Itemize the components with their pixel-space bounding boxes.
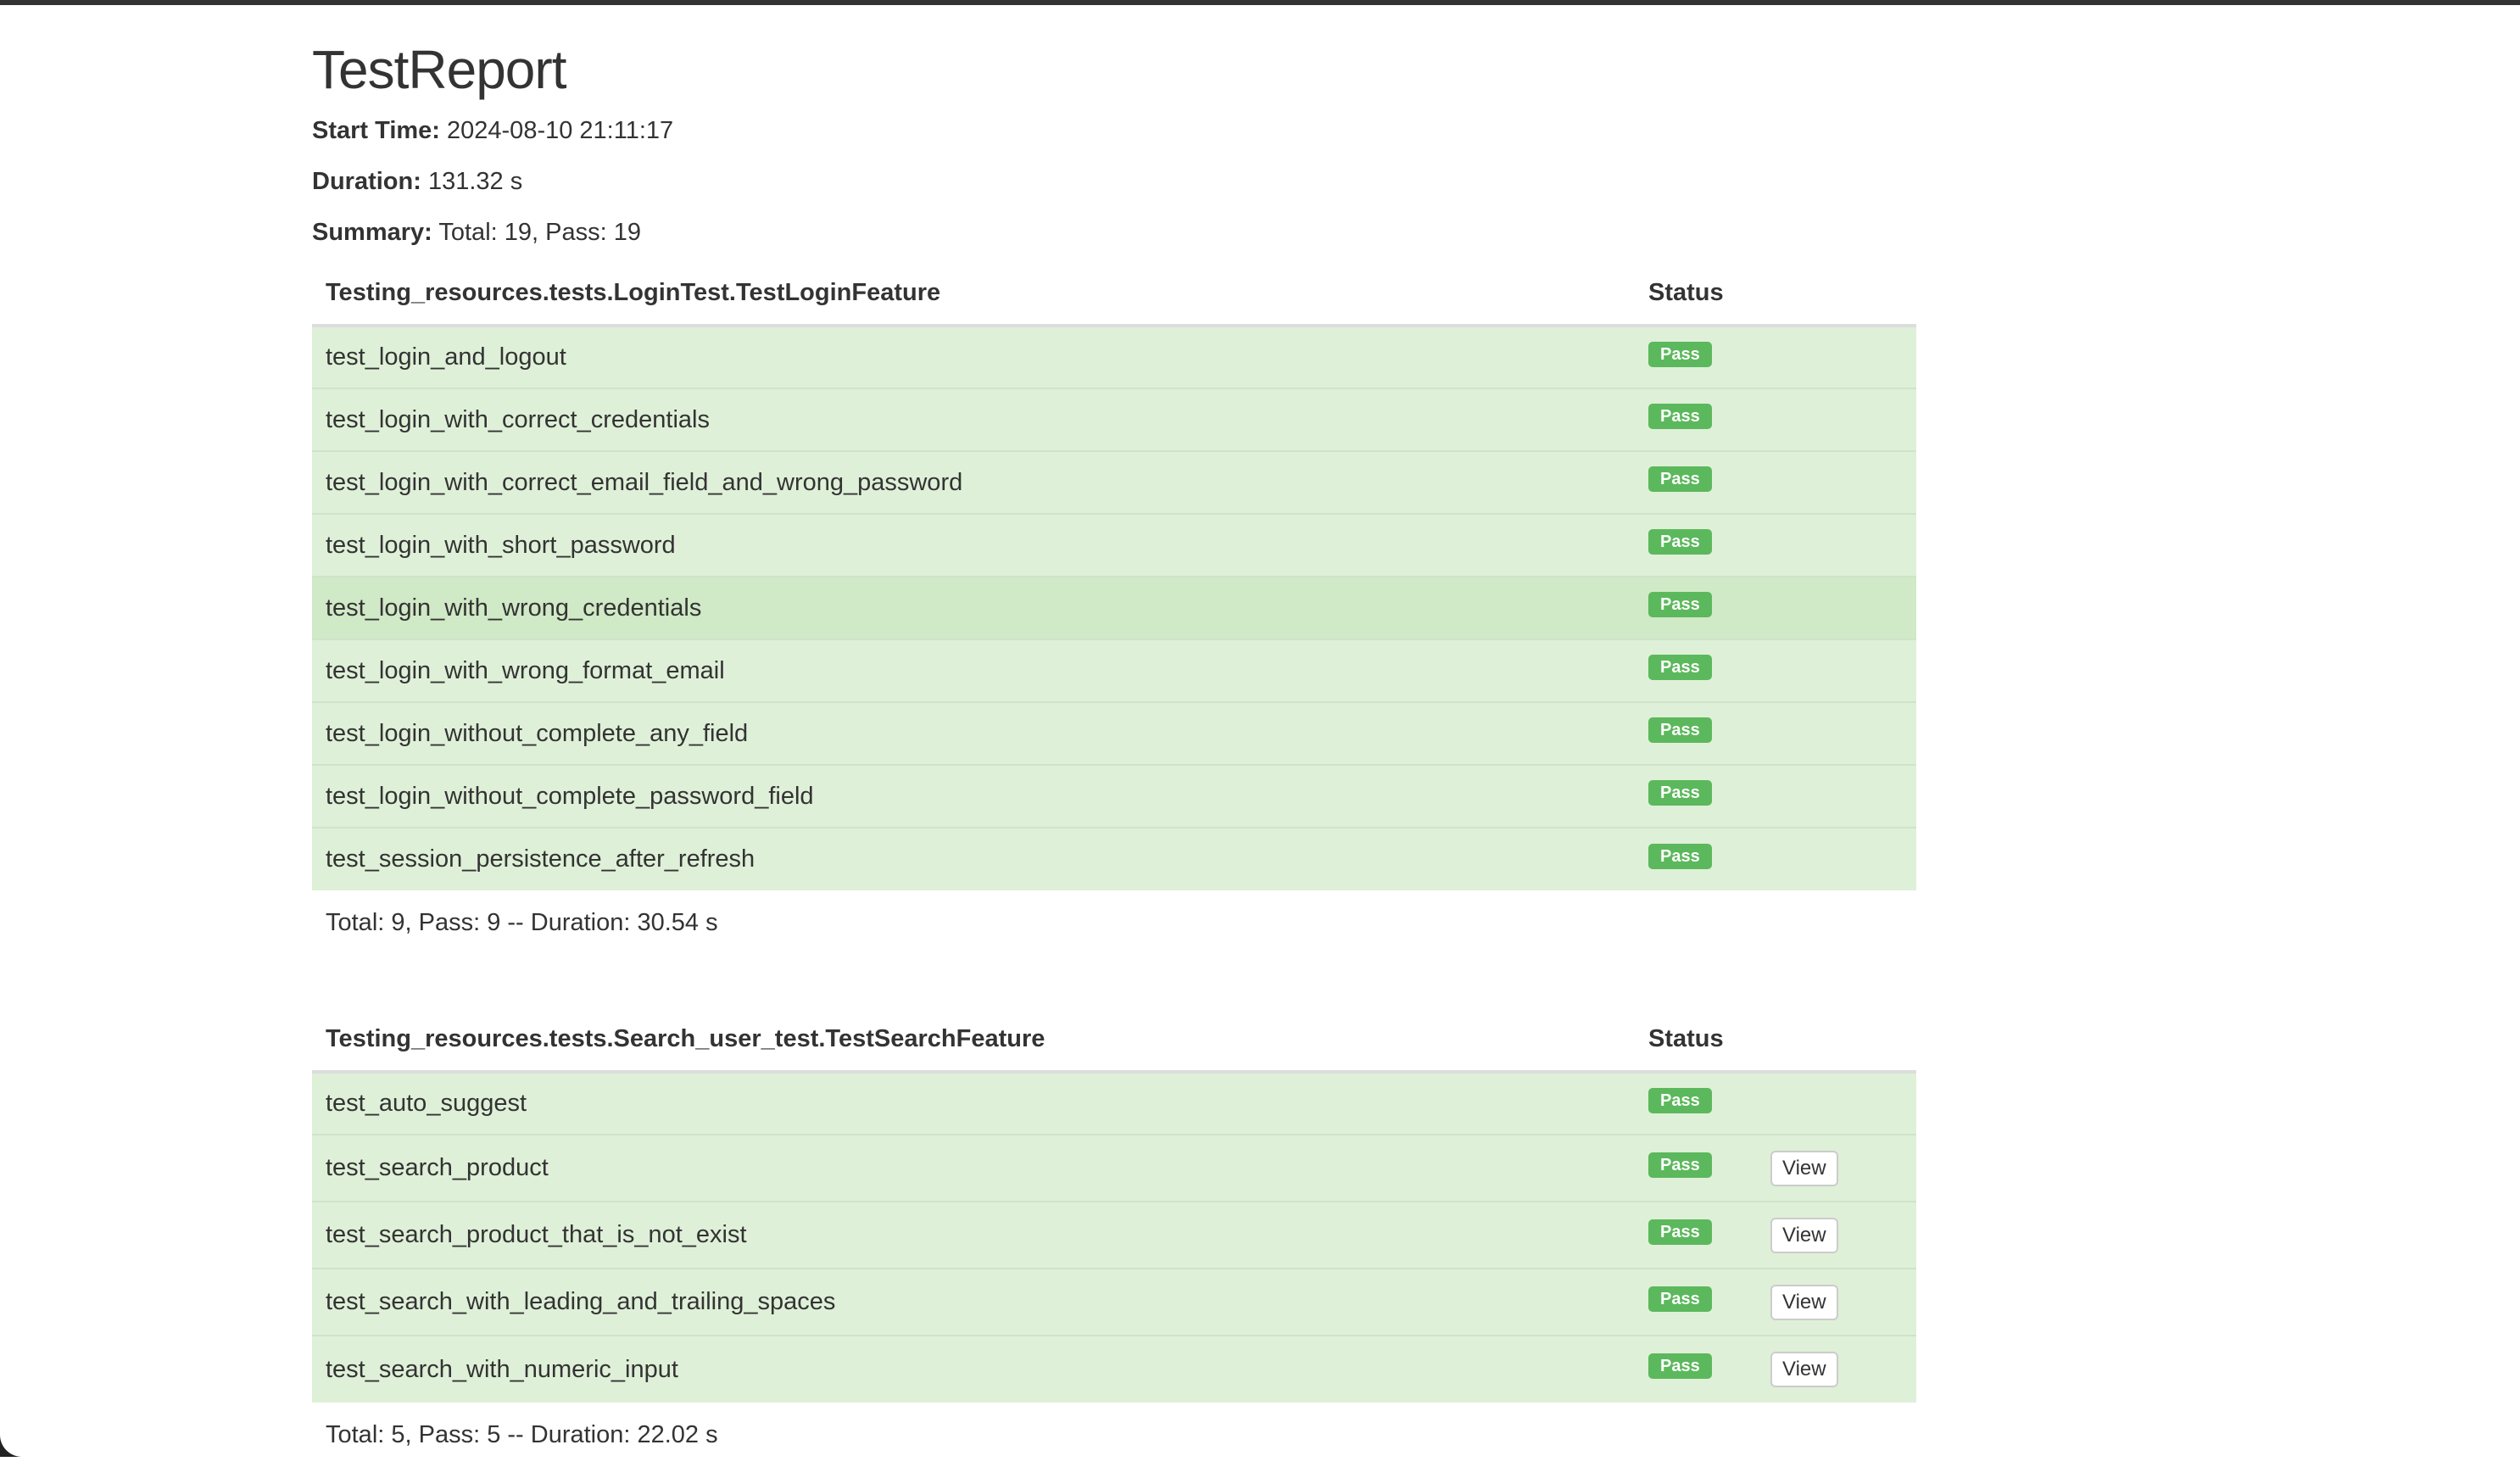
- report-title: TestReport: [312, 39, 1916, 100]
- view-cell: [1770, 639, 1916, 702]
- pass-badge: Pass: [1648, 1152, 1712, 1178]
- view-cell: [1770, 451, 1916, 514]
- test-name: test_login_without_complete_password_fie…: [312, 765, 1635, 828]
- pass-badge: Pass: [1648, 717, 1712, 743]
- table-row[interactable]: test_search_with_numeric_input Pass View: [312, 1336, 1916, 1403]
- status-cell: Pass: [1635, 1336, 1770, 1403]
- view-cell: [1770, 828, 1916, 890]
- pass-badge: Pass: [1648, 466, 1712, 492]
- view-cell: View: [1770, 1336, 1916, 1403]
- view-cell: View: [1770, 1202, 1916, 1269]
- status-cell: Pass: [1635, 1135, 1770, 1202]
- status-cell: Pass: [1635, 1072, 1770, 1135]
- pass-badge: Pass: [1648, 1286, 1712, 1312]
- duration-label: Duration:: [312, 168, 421, 195]
- table-row[interactable]: test_login_with_wrong_format_email Pass: [312, 639, 1916, 702]
- window-corner: [0, 1435, 22, 1457]
- view-button[interactable]: View: [1770, 1285, 1838, 1320]
- test-name: test_login_with_wrong_credentials: [312, 577, 1635, 639]
- suite-name: Testing_resources.tests.LoginTest.TestLo…: [312, 261, 1635, 326]
- suite-table-search: Testing_resources.tests.Search_user_test…: [312, 1007, 1916, 1403]
- status-cell: Pass: [1635, 388, 1770, 451]
- table-row[interactable]: test_search_product_that_is_not_exist Pa…: [312, 1202, 1916, 1269]
- view-cell: [1770, 1072, 1916, 1135]
- table-row[interactable]: test_login_with_short_password Pass: [312, 514, 1916, 577]
- status-cell: Pass: [1635, 326, 1770, 388]
- test-name: test_search_product_that_is_not_exist: [312, 1202, 1635, 1269]
- test-name: test_login_with_wrong_format_email: [312, 639, 1635, 702]
- test-name: test_search_product: [312, 1135, 1635, 1202]
- view-cell: View: [1770, 1269, 1916, 1336]
- report-page: TestReport Start Time: 2024-08-10 21:11:…: [312, 5, 1916, 1467]
- status-cell: Pass: [1635, 828, 1770, 890]
- start-time-line: Start Time: 2024-08-10 21:11:17: [312, 115, 1916, 166]
- table-row[interactable]: test_search_with_leading_and_trailing_sp…: [312, 1269, 1916, 1336]
- test-name: test_search_with_leading_and_trailing_sp…: [312, 1269, 1635, 1336]
- table-row[interactable]: test_login_without_complete_any_field Pa…: [312, 702, 1916, 765]
- pass-badge: Pass: [1648, 592, 1712, 617]
- status-cell: Pass: [1635, 639, 1770, 702]
- table-row[interactable]: test_login_without_complete_password_fie…: [312, 765, 1916, 828]
- pass-badge: Pass: [1648, 529, 1712, 555]
- summary-value: Total: 19, Pass: 19: [438, 219, 641, 246]
- pass-badge: Pass: [1648, 1353, 1712, 1379]
- test-name: test_login_with_correct_email_field_and_…: [312, 451, 1635, 514]
- status-column-header: Status: [1635, 1007, 1770, 1072]
- suite-header-row: Testing_resources.tests.LoginTest.TestLo…: [312, 261, 1916, 326]
- suite-table-login: Testing_resources.tests.LoginTest.TestLo…: [312, 261, 1916, 890]
- pass-badge: Pass: [1648, 404, 1712, 429]
- table-row[interactable]: test_login_with_correct_credentials Pass: [312, 388, 1916, 451]
- pass-badge: Pass: [1648, 655, 1712, 680]
- view-cell: [1770, 388, 1916, 451]
- view-column-header: [1770, 261, 1916, 326]
- duration-value: 131.32 s: [428, 168, 522, 195]
- pass-badge: Pass: [1648, 1088, 1712, 1113]
- test-name: test_search_with_numeric_input: [312, 1336, 1635, 1403]
- table-row[interactable]: test_search_product Pass View: [312, 1135, 1916, 1202]
- test-name: test_login_and_logout: [312, 326, 1635, 388]
- view-cell: [1770, 765, 1916, 828]
- pass-badge: Pass: [1648, 780, 1712, 806]
- status-cell: Pass: [1635, 577, 1770, 639]
- view-column-header: [1770, 1007, 1916, 1072]
- pass-badge: Pass: [1648, 1219, 1712, 1245]
- view-cell: [1770, 702, 1916, 765]
- suite-total-search: Total: 5, Pass: 5 -- Duration: 22.02 s: [312, 1403, 1916, 1467]
- suite-spacer: [312, 955, 1916, 1007]
- start-time-label: Start Time:: [312, 117, 440, 144]
- duration-line: Duration: 131.32 s: [312, 166, 1916, 217]
- test-name: test_auto_suggest: [312, 1072, 1635, 1135]
- test-name: test_login_with_correct_credentials: [312, 388, 1635, 451]
- test-name: test_login_without_complete_any_field: [312, 702, 1635, 765]
- table-row[interactable]: test_auto_suggest Pass: [312, 1072, 1916, 1135]
- status-cell: Pass: [1635, 514, 1770, 577]
- suite-name: Testing_resources.tests.Search_user_test…: [312, 1007, 1635, 1072]
- table-row[interactable]: test_login_with_correct_email_field_and_…: [312, 451, 1916, 514]
- status-cell: Pass: [1635, 765, 1770, 828]
- test-name: test_login_with_short_password: [312, 514, 1635, 577]
- pass-badge: Pass: [1648, 844, 1712, 869]
- view-cell: View: [1770, 1135, 1916, 1202]
- view-cell: [1770, 326, 1916, 388]
- view-cell: [1770, 514, 1916, 577]
- status-cell: Pass: [1635, 702, 1770, 765]
- view-cell: [1770, 577, 1916, 639]
- status-cell: Pass: [1635, 1269, 1770, 1336]
- summary-label: Summary:: [312, 219, 432, 246]
- table-row[interactable]: test_login_with_wrong_credentials Pass: [312, 577, 1916, 639]
- suite-total-login: Total: 9, Pass: 9 -- Duration: 30.54 s: [312, 890, 1916, 955]
- view-button[interactable]: View: [1770, 1151, 1838, 1186]
- table-row[interactable]: test_login_and_logout Pass: [312, 326, 1916, 388]
- status-cell: Pass: [1635, 1202, 1770, 1269]
- view-button[interactable]: View: [1770, 1218, 1838, 1253]
- status-column-header: Status: [1635, 261, 1770, 326]
- table-row[interactable]: test_session_persistence_after_refresh P…: [312, 828, 1916, 890]
- test-name: test_session_persistence_after_refresh: [312, 828, 1635, 890]
- suite-header-row: Testing_resources.tests.Search_user_test…: [312, 1007, 1916, 1072]
- pass-badge: Pass: [1648, 342, 1712, 367]
- summary-line: Summary: Total: 19, Pass: 19: [312, 217, 1916, 261]
- status-cell: Pass: [1635, 451, 1770, 514]
- view-button[interactable]: View: [1770, 1352, 1838, 1387]
- start-time-value: 2024-08-10 21:11:17: [447, 117, 673, 144]
